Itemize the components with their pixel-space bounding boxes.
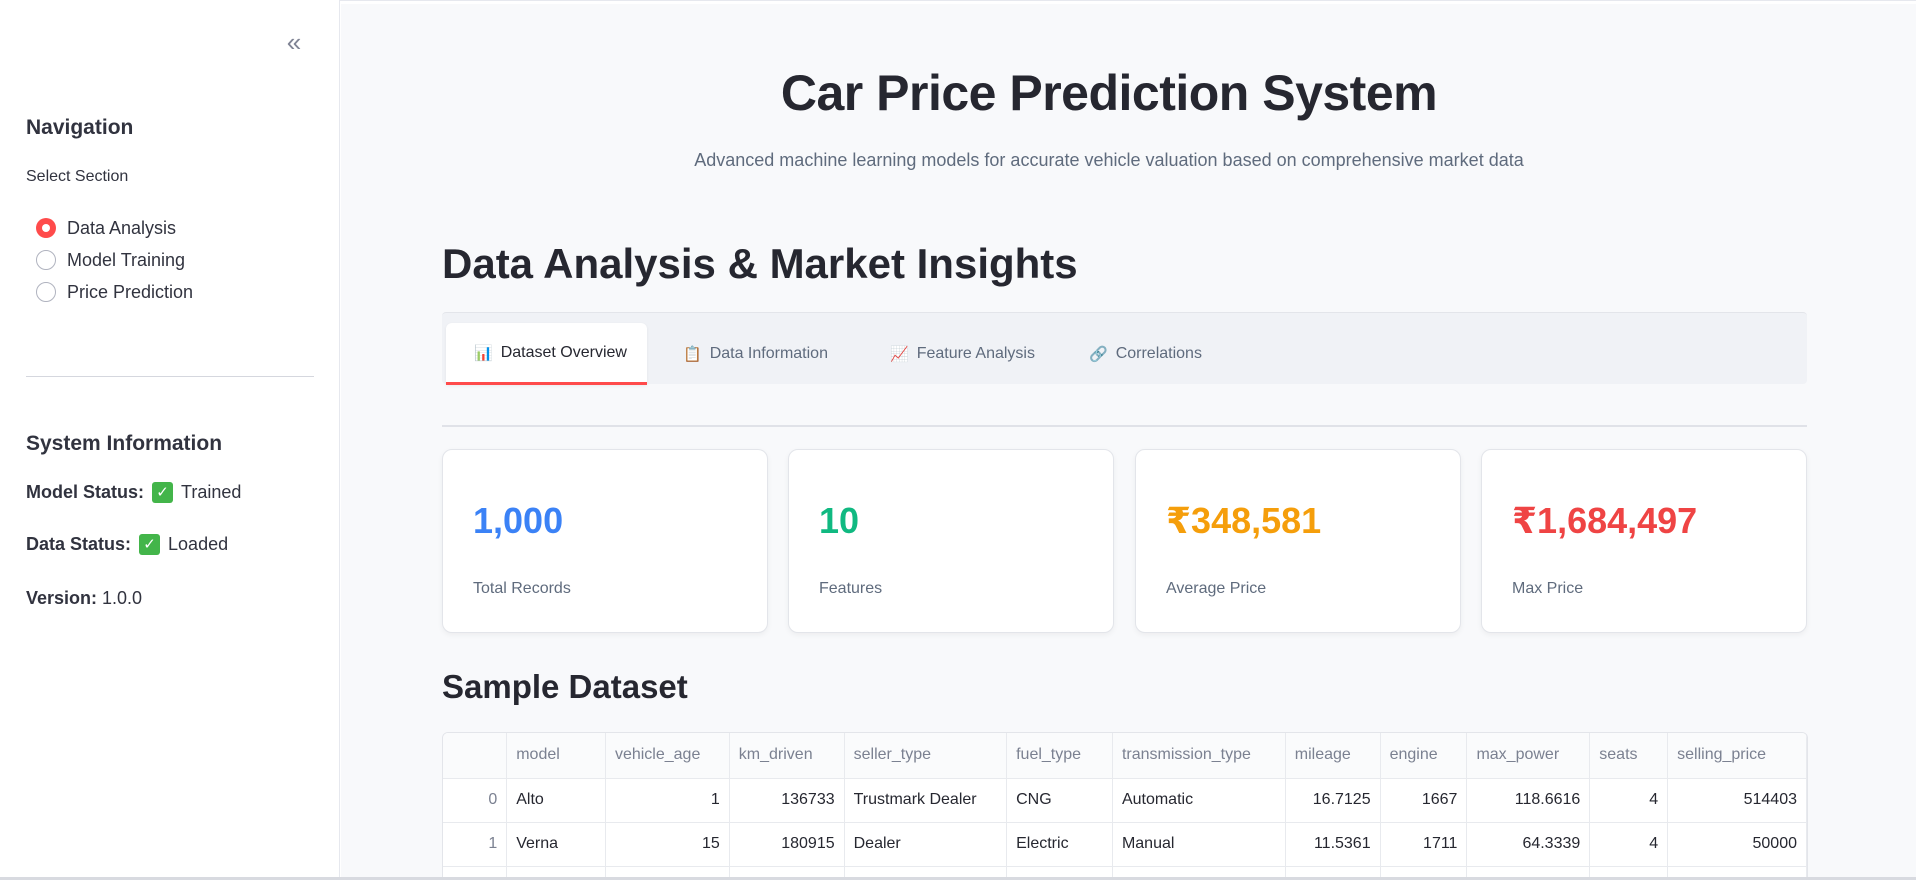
tab-label: Correlations [1115, 345, 1202, 362]
metric-card-total-records: 1,000 Total Records [442, 449, 768, 633]
model-status-label: Model Status: [26, 482, 145, 502]
table-body: 0 Alto 1 136733 Trustmark Dealer CNG Automatic… [443, 778, 1807, 879]
tab-dataset-overview[interactable]: 📊 Dataset Overview [446, 323, 647, 385]
system-information-heading: System Information [26, 432, 223, 455]
radio-model-training[interactable]: Model Training [36, 244, 193, 276]
row-index-cell[interactable]: 1 [443, 822, 508, 867]
table-cell[interactable]: 118.6616 [1466, 778, 1591, 823]
tab-divider [442, 425, 1807, 427]
table-cell[interactable]: Trustmark Dealer [844, 778, 1008, 823]
metric-card-max-price: ₹1,684,497 Max Price [1481, 449, 1807, 633]
sidebar: « Navigation Select Section Data Analysi… [0, 0, 340, 880]
metric-label: Max Price [1512, 580, 1584, 597]
version-row: Version: 1.0.0 [26, 588, 142, 609]
column-header[interactable]: km_driven [729, 733, 845, 779]
link-icon: 🔗 [1089, 346, 1108, 363]
table-row[interactable]: 0 Alto 1 136733 Trustmark Dealer CNG Automatic… [443, 778, 1807, 823]
main-content: Car Price Prediction System Advanced mac… [341, 4, 1916, 880]
table-cell[interactable]: 1667 [1380, 778, 1468, 823]
version-value: 1.0.0 [102, 588, 143, 608]
tab-feature-analysis[interactable]: 📈 Feature Analysis [862, 323, 1055, 385]
bar-chart-icon: 📊 [474, 344, 493, 362]
column-header[interactable]: vehicle_age [605, 733, 730, 779]
navigation-heading: Navigation [26, 116, 134, 139]
tab-bar: 📊 Dataset Overview 📋 Data Information 📈 … [442, 312, 1807, 385]
section-title: Data Analysis & Market Insights [442, 240, 1078, 287]
radio-label: Price Prediction [67, 281, 194, 302]
table-cell[interactable]: 1711 [1380, 822, 1468, 867]
column-header[interactable]: selling_price [1667, 733, 1807, 779]
table-cell[interactable]: Automatic [1112, 778, 1286, 823]
metric-value: 1,000 [473, 500, 564, 541]
table-cell[interactable]: 15 [605, 822, 730, 867]
metric-label: Features [819, 580, 883, 597]
data-status-row: Data Status: ✓ Loaded [26, 534, 228, 555]
index-column-header[interactable] [443, 733, 508, 779]
metric-label: Average Price [1166, 580, 1267, 597]
data-status-value: Loaded [168, 534, 229, 554]
metric-value: ₹1,684,497 [1512, 500, 1698, 541]
select-section-label: Select Section [26, 168, 129, 185]
table-cell[interactable]: 136733 [729, 778, 845, 823]
table-cell[interactable]: Verna [506, 822, 606, 867]
metric-value: ₹348,581 [1166, 500, 1322, 541]
column-header[interactable]: fuel_type [1006, 733, 1113, 779]
table-cell[interactable]: 64.3339 [1466, 822, 1591, 867]
page-subtitle: Advanced machine learning models for acc… [694, 150, 1524, 170]
table-cell[interactable]: Alto [506, 778, 606, 823]
metric-value: 10 [819, 500, 860, 541]
table-row[interactable]: 1 Verna 15 180915 Dealer Electric Manual 11.536… [443, 822, 1807, 867]
table-cell[interactable]: 514403 [1667, 778, 1807, 823]
table-cell[interactable]: 11.5361 [1285, 822, 1381, 867]
table-cell[interactable]: 50000 [1667, 822, 1807, 867]
radio-unselected-icon[interactable] [36, 250, 56, 270]
metric-label: Total Records [473, 580, 571, 597]
version-label: Version: [26, 588, 98, 608]
row-index-cell[interactable]: 0 [443, 778, 508, 823]
check-mark-icon: ✓ [152, 482, 174, 503]
data-status-label: Data Status: [26, 534, 132, 554]
radio-data-analysis[interactable]: Data Analysis [36, 212, 193, 244]
table-header-row: model vehicle_age km_driven seller_type fuel… [443, 733, 1807, 779]
chart-increasing-icon: 📈 [890, 346, 909, 363]
column-header[interactable]: seller_type [844, 733, 1008, 779]
metric-card-features: 10 Features [788, 449, 1114, 633]
section-radio-group: Data Analysis Model Training Price Predi… [36, 212, 193, 308]
column-header[interactable]: engine [1380, 733, 1468, 779]
column-header[interactable]: model [506, 733, 606, 779]
table-cell[interactable]: 4 [1589, 822, 1669, 867]
radio-unselected-icon[interactable] [36, 282, 56, 302]
radio-label: Data Analysis [67, 217, 177, 238]
metric-card-average-price: ₹348,581 Average Price [1135, 449, 1461, 633]
check-mark-icon: ✓ [139, 534, 161, 555]
column-header[interactable]: seats [1589, 733, 1669, 779]
tab-data-information[interactable]: 📋 Data Information [655, 323, 848, 385]
tab-label: Data Information [709, 345, 828, 362]
sidebar-divider [26, 376, 314, 377]
table-cell[interactable]: Manual [1112, 822, 1286, 867]
collapse-sidebar-icon[interactable]: « [278, 28, 310, 56]
tab-label: Feature Analysis [916, 345, 1035, 362]
table-cell[interactable]: 1 [605, 778, 730, 823]
table-cell[interactable]: 16.7125 [1285, 778, 1381, 823]
column-header[interactable]: mileage [1285, 733, 1381, 779]
table-cell[interactable]: Dealer [844, 822, 1008, 867]
table-cell[interactable]: Electric [1006, 822, 1113, 867]
table-cell[interactable]: 4 [1589, 778, 1669, 823]
model-status-value: Trained [181, 482, 242, 502]
sample-data-table[interactable]: model vehicle_age km_driven seller_type fuel… [442, 732, 1808, 880]
table-cell[interactable]: 180915 [729, 822, 845, 867]
clipboard-icon: 📋 [683, 346, 702, 363]
radio-label: Model Training [67, 249, 186, 270]
tab-correlations[interactable]: 🔗 Correlations [1061, 323, 1222, 385]
sample-dataset-title: Sample Dataset [442, 668, 688, 705]
page-title: Car Price Prediction System [780, 65, 1438, 121]
tab-label: Dataset Overview [500, 343, 627, 361]
model-status-row: Model Status: ✓ Trained [26, 482, 241, 503]
column-header[interactable]: transmission_type [1112, 733, 1286, 779]
radio-selected-icon[interactable] [36, 218, 56, 238]
radio-price-prediction[interactable]: Price Prediction [36, 276, 193, 308]
column-header[interactable]: max_power [1466, 733, 1591, 779]
table-cell[interactable]: CNG [1006, 778, 1113, 823]
